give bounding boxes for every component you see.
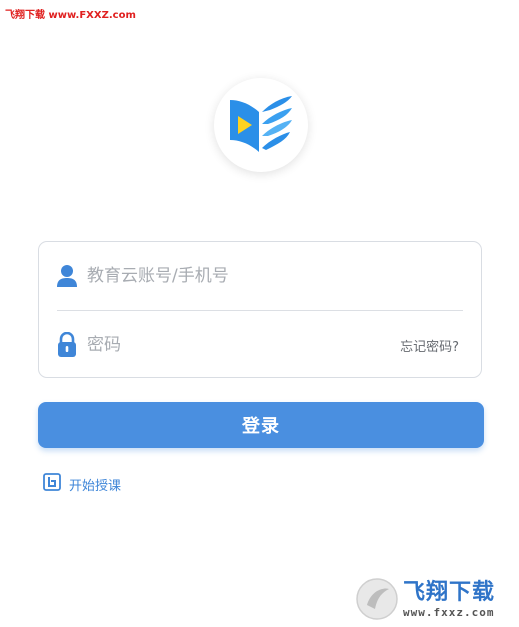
user-icon xyxy=(55,263,79,289)
forgot-password-link[interactable]: 忘记密码? xyxy=(400,336,459,355)
watermark-logo-icon xyxy=(355,577,399,621)
login-form: 忘记密码? xyxy=(38,241,482,378)
watermark-text: 飞翔下载 www.fxxz.com xyxy=(403,580,495,619)
login-button[interactable]: 登录 xyxy=(38,402,484,448)
app-logo xyxy=(214,78,308,172)
start-class-icon xyxy=(43,473,61,495)
watermark-url: www.fxxz.com xyxy=(403,605,495,619)
lock-icon xyxy=(55,332,79,358)
watermark-bottom: 飞翔下载 www.fxxz.com xyxy=(351,571,519,627)
start-class-label: 开始授课 xyxy=(69,478,122,494)
watermark-top-text: 飞翔下载 www.FXXZ.com xyxy=(5,10,136,21)
account-row xyxy=(39,242,481,310)
watermark-title: 飞翔下载 xyxy=(403,579,496,605)
password-input[interactable] xyxy=(87,330,387,360)
app-logo-icon xyxy=(230,96,292,152)
start-class-link[interactable]: 开始授课 xyxy=(43,473,121,495)
password-row: 忘记密码? xyxy=(39,311,481,379)
account-input[interactable] xyxy=(87,261,387,291)
